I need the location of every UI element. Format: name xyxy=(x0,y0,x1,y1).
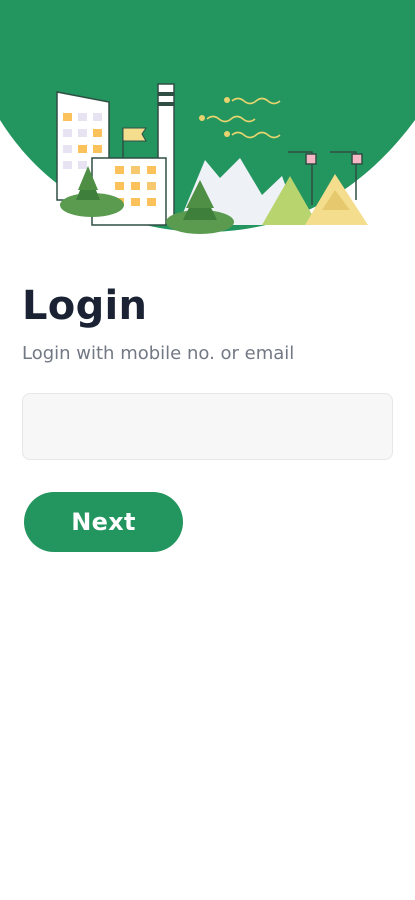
page-title: Login xyxy=(22,283,148,329)
city-skyline-illustration xyxy=(0,0,415,234)
mobile-or-email-input[interactable] xyxy=(22,393,393,460)
next-button[interactable]: Next xyxy=(24,492,183,552)
page-subtitle: Login with mobile no. or email xyxy=(22,343,295,364)
login-screen: Login Login with mobile no. or email Nex… xyxy=(0,0,415,900)
